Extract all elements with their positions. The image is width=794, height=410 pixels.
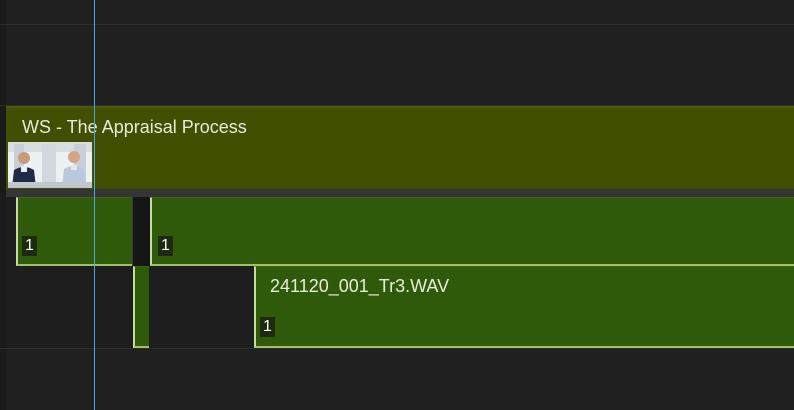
playhead-line[interactable] (94, 0, 95, 410)
channel-badge: 1 (260, 317, 275, 337)
video-track-lower-band (6, 189, 794, 197)
two-people-seated-thumbnail-icon (8, 142, 92, 188)
audio-clip-a1-2[interactable]: 1 (150, 197, 794, 266)
audio-clip-name: 241120_001_Tr3.WAV (270, 276, 450, 296)
empty-track-region (6, 266, 134, 348)
track-divider (0, 24, 794, 25)
audio-clip-wav[interactable]: 241120_001_Tr3.WAV 1 (254, 266, 794, 348)
empty-track-region (149, 266, 255, 348)
channel-badge: 1 (22, 236, 37, 256)
video-clip[interactable]: WS - The Appraisal Process (6, 106, 794, 189)
clip-gap (132, 197, 151, 266)
timeline-panel[interactable]: WS - The Appraisal Process 1 1 241120_00… (0, 0, 794, 410)
video-clip-title: WS - The Appraisal Process (22, 117, 247, 137)
channel-badge: 1 (158, 236, 173, 256)
track-divider (0, 348, 794, 349)
audio-clip-a1-1[interactable]: 1 (16, 197, 133, 266)
audio-clip-a2-small[interactable] (133, 266, 149, 348)
